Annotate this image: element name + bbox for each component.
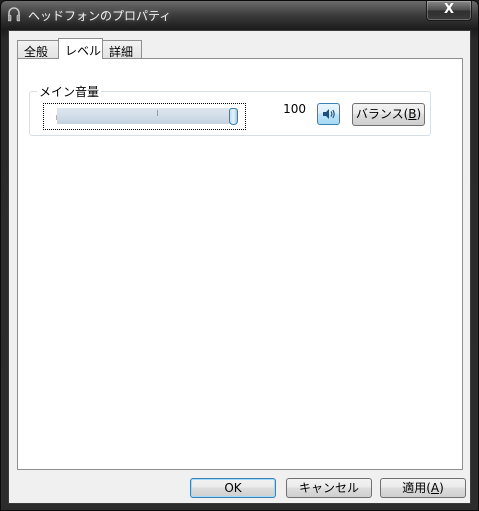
tab-levels[interactable]: レベル [58, 38, 103, 59]
speaker-icon [322, 109, 335, 119]
volume-slider-tick [157, 110, 158, 116]
levels-panel: メイン音量 100 バランス(B) [17, 58, 463, 470]
close-button[interactable]: X [426, 1, 472, 21]
main-volume-group: メイン音量 100 バランス(B) [29, 83, 431, 136]
volume-slider[interactable] [43, 103, 246, 130]
main-volume-label: メイン音量 [37, 83, 102, 100]
window-title: ヘッドフォンのプロパティ [28, 9, 172, 23]
tab-general[interactable]: 全般 [17, 40, 59, 59]
volume-value: 100 [283, 102, 306, 116]
volume-slider-fill [57, 108, 234, 124]
apply-label-suffix: ) [439, 481, 444, 495]
mute-button[interactable] [317, 103, 340, 125]
apply-label-prefix: 適用( [402, 481, 431, 495]
balance-button[interactable]: バランス(B) [352, 103, 425, 126]
balance-label-suffix: ) [416, 107, 422, 121]
close-icon: X [443, 2, 455, 17]
tab-details[interactable]: 詳細 [102, 40, 142, 59]
volume-slider-track[interactable] [56, 108, 235, 124]
title-bar[interactable]: ヘッドフォンのプロパティ X [1, 1, 478, 29]
headphones-icon [8, 7, 20, 22]
ok-button[interactable]: OK [190, 478, 276, 498]
balance-mnemonic: B [408, 107, 417, 121]
cancel-button[interactable]: キャンセル [286, 478, 372, 498]
properties-window: ヘッドフォンのプロパティ X 全般 レベル 詳細 メイン音量 100 バランス(… [0, 0, 479, 511]
dialog-client-area: 全般 レベル 詳細 メイン音量 100 バランス(B) OK キャンセル 適用(… [8, 30, 471, 504]
volume-slider-thumb[interactable] [229, 108, 238, 125]
apply-button[interactable]: 適用(A) [380, 478, 466, 498]
balance-label-prefix: バランス( [355, 107, 409, 121]
apply-mnemonic: A [430, 481, 440, 495]
